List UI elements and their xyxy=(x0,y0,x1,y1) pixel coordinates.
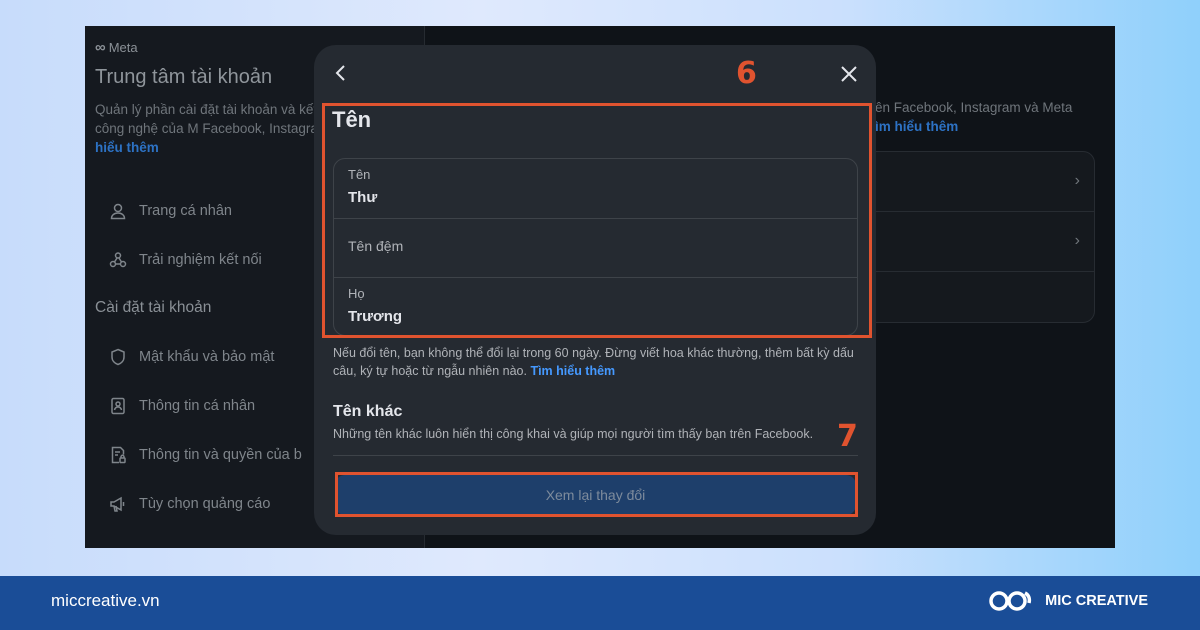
sidebar-item-label: Thông tin và quyền của b xyxy=(139,447,302,463)
right-panel-card: › › xyxy=(845,151,1095,323)
sidebar-item-label: Trang cá nhân xyxy=(139,203,232,219)
sidebar-item-label: Mật khẩu và bảo mật xyxy=(139,349,275,365)
sidebar-item-profile[interactable]: Trang cá nhân xyxy=(109,202,232,220)
name-change-notice: Nếu đổi tên, bạn không thể đổi lại trong… xyxy=(333,344,858,380)
sidebar-item-ad-preferences[interactable]: Tùy chọn quảng cáo xyxy=(109,495,270,513)
person-icon xyxy=(109,202,127,220)
learn-more-link[interactable]: hiểu thêm xyxy=(95,140,159,155)
document-lock-icon xyxy=(109,446,127,464)
close-button[interactable] xyxy=(838,63,860,85)
close-icon xyxy=(841,66,857,82)
footer-website-link[interactable]: miccreative.vn xyxy=(51,591,160,611)
divider xyxy=(333,455,858,456)
meta-infinity-icon: ∞ xyxy=(95,39,106,56)
back-button[interactable] xyxy=(330,63,350,83)
chevron-left-icon xyxy=(335,65,345,81)
right-panel-learn-more-link[interactable]: ìm hiểu thêm xyxy=(875,119,958,134)
screenshot-frame: ∞ Meta Trung tâm tài khoản Quản lý phần … xyxy=(85,26,1115,548)
footer-brand-text: MIC CREATIVE xyxy=(1045,593,1148,609)
sidebar-item-label: Thông tin cá nhân xyxy=(139,398,256,414)
sidebar-item-label: Trải nghiệm kết nối xyxy=(139,252,262,268)
annotation-number-6: 6 xyxy=(736,56,757,91)
account-settings-heading: Cài đặt tài khoản xyxy=(95,299,212,316)
footer-brand: MIC CREATIVE xyxy=(987,588,1148,614)
chevron-right-icon: › xyxy=(1074,232,1080,249)
sidebar-item-password-security[interactable]: Mật khẩu và bảo mật xyxy=(109,348,274,366)
right-panel-description-text: ên Facebook, Instagram và Meta xyxy=(875,100,1073,115)
mic-creative-logo-icon xyxy=(989,591,1032,611)
meta-logo-text: Meta xyxy=(108,40,138,55)
sidebar-item-label: Tùy chọn quảng cáo xyxy=(139,496,271,512)
footer-bar: miccreative.vn MIC CREATIVE xyxy=(0,576,1200,630)
shield-icon xyxy=(109,348,127,366)
connections-icon xyxy=(109,251,127,269)
other-names-title[interactable]: Tên khác xyxy=(333,403,402,421)
notice-learn-more-link[interactable]: Tìm hiểu thêm xyxy=(530,364,615,378)
sidebar-item-your-information[interactable]: Thông tin và quyền của b xyxy=(109,446,302,464)
annotation-box-step-6 xyxy=(322,103,872,338)
annotation-number-7: 7 xyxy=(837,419,858,454)
annotation-box-step-7 xyxy=(335,472,858,517)
right-panel-description: ên Facebook, Instagram và Meta ìm hiểu t… xyxy=(875,98,1115,136)
megaphone-icon xyxy=(109,495,127,513)
right-panel-row[interactable]: › xyxy=(846,152,1094,212)
page-title: Trung tâm tài khoản xyxy=(95,66,273,88)
chevron-right-icon: › xyxy=(1074,172,1080,189)
other-names-description: Những tên khác luôn hiển thị công khai v… xyxy=(333,427,814,441)
sidebar-item-personal-details[interactable]: Thông tin cá nhân xyxy=(109,397,255,415)
right-panel-row[interactable]: › xyxy=(846,212,1094,272)
meta-logo: ∞ Meta xyxy=(95,39,138,56)
id-card-icon xyxy=(109,397,127,415)
sidebar-item-connected-experiences[interactable]: Trải nghiệm kết nối xyxy=(109,251,262,269)
